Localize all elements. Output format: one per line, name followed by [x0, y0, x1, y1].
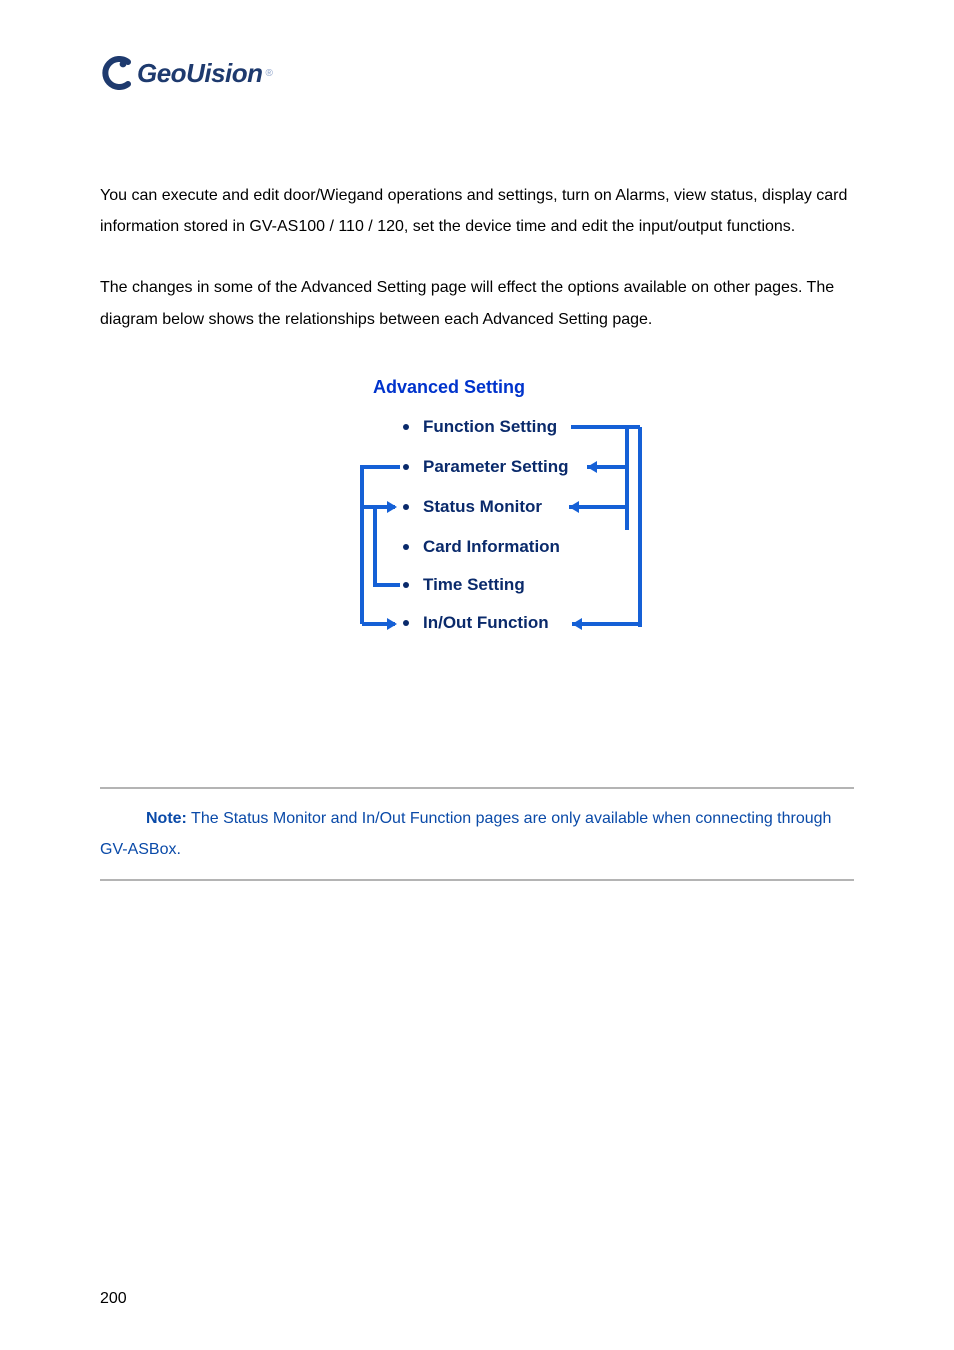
bullet-icon [403, 620, 409, 626]
document-page: GeoUision ® You can execute and edit doo… [0, 0, 954, 1350]
diagram-item-label: Function Setting [423, 417, 557, 437]
diagram-item-card-information: Card Information [403, 537, 560, 557]
diagram-item-in-out-function: In/Out Function [403, 613, 549, 633]
trademark-icon: ® [266, 68, 273, 79]
diagram-item-label: In/Out Function [423, 613, 549, 633]
logo-icon [100, 56, 134, 90]
diagram-item-time-setting: Time Setting [403, 575, 525, 595]
diagram-item-label: Time Setting [423, 575, 525, 595]
logo-text: GeoUision [137, 58, 263, 89]
diagram-container: Advanced Setting Function Setting Parame… [100, 377, 854, 667]
advanced-setting-diagram: Advanced Setting Function Setting Parame… [277, 377, 677, 667]
diagram-item-label: Status Monitor [423, 497, 542, 517]
diagram-title: Advanced Setting [373, 377, 525, 398]
diagram-item-label: Parameter Setting [423, 457, 569, 477]
divider [100, 787, 854, 789]
note-body: The Status Monitor and In/Out Function p… [100, 810, 831, 858]
note-label: Note: [146, 810, 187, 827]
bullet-icon [403, 424, 409, 430]
note-text: Note: The Status Monitor and In/Out Func… [100, 803, 854, 865]
diagram-item-status-monitor: Status Monitor [403, 497, 542, 517]
diagram-item-label: Card Information [423, 537, 560, 557]
brand-logo: GeoUision ® [100, 56, 854, 90]
page-number: 200 [100, 1290, 127, 1308]
paragraph-2: The changes in some of the Advanced Sett… [100, 272, 854, 334]
bullet-icon [403, 544, 409, 550]
bullet-icon [403, 464, 409, 470]
logo-c-icon [100, 56, 134, 90]
bullet-icon [403, 504, 409, 510]
bullet-icon [403, 582, 409, 588]
diagram-item-function-setting: Function Setting [403, 417, 557, 437]
diagram-item-parameter-setting: Parameter Setting [403, 457, 569, 477]
paragraph-1: You can execute and edit door/Wiegand op… [100, 180, 854, 242]
divider [100, 879, 854, 881]
